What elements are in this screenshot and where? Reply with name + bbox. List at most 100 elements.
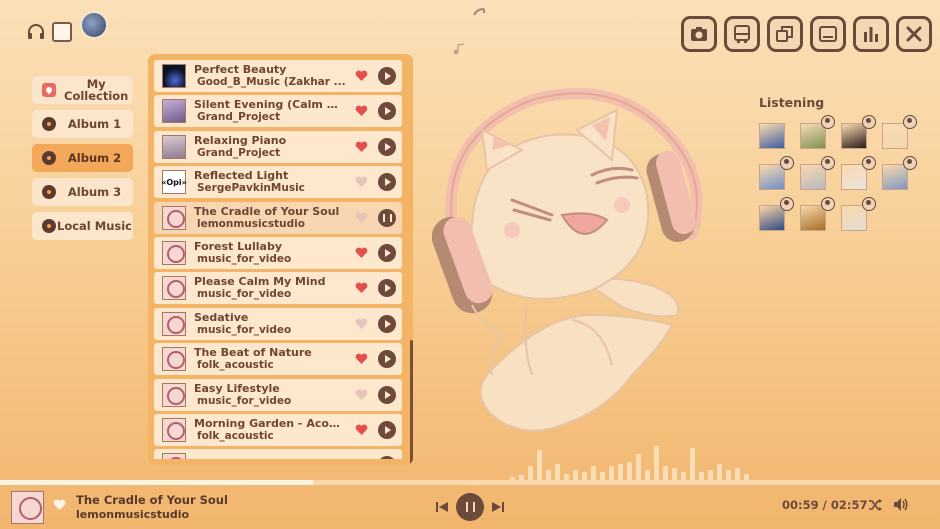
audio-visualizer <box>510 440 749 480</box>
like-heart-icon[interactable] <box>355 176 368 188</box>
like-heart-icon[interactable] <box>355 141 368 153</box>
visualizer-bar <box>726 470 731 480</box>
like-heart-icon[interactable] <box>355 70 368 82</box>
now-playing-title: The Cradle of Your Soul <box>76 493 228 507</box>
nav-item[interactable]: Album 1 <box>32 110 133 138</box>
user-avatar[interactable] <box>80 11 108 39</box>
track-row[interactable]: The Beat of Nature folk_acoustic <box>154 343 402 376</box>
listener-avatar[interactable] <box>882 156 917 190</box>
play-icon[interactable] <box>378 314 396 333</box>
track-info: Perfect Beauty Good_B_Music (Zakhar ... <box>194 63 355 89</box>
track-row[interactable]: Perfect Beauty Good_B_Music (Zakhar ... <box>154 60 402 92</box>
listening-title: Listening <box>759 95 825 110</box>
track-title: Easy Lifestyle <box>194 381 280 395</box>
play-icon[interactable] <box>378 279 396 298</box>
play-icon[interactable] <box>378 173 396 192</box>
like-heart-icon[interactable] <box>355 212 368 224</box>
user-badge-icon <box>862 197 876 211</box>
track-row[interactable]: A call to the soul <box>154 449 402 459</box>
track-list-scrollbar[interactable] <box>410 340 413 465</box>
listener-avatar[interactable] <box>759 156 794 190</box>
user-badge-icon <box>862 156 876 170</box>
track-info: Silent Evening (Calm Pian...Grand_Projec… <box>194 98 355 124</box>
track-row[interactable]: Forest Lullaby music_for_video <box>154 236 402 269</box>
minimize-button[interactable] <box>810 16 846 52</box>
close-button[interactable] <box>896 16 932 52</box>
track-cover <box>162 453 186 459</box>
listener-avatar[interactable] <box>759 197 794 231</box>
listener-avatar[interactable] <box>800 115 835 149</box>
mini-mode-checkbox[interactable] <box>52 22 72 42</box>
play-icon[interactable] <box>378 67 396 85</box>
track-list-panel: Perfect Beauty Good_B_Music (Zakhar ... Si… <box>148 54 413 465</box>
listener-avatar[interactable] <box>841 156 876 190</box>
track-row[interactable]: The Cradle of Your Soul lemonmusicstudio <box>154 201 402 234</box>
nav-item[interactable]: Local Music <box>32 212 133 240</box>
record-icon <box>42 219 56 233</box>
track-info: The Cradle of Your Soul lemonmusicstudio <box>194 205 355 231</box>
track-artist: music_for_video <box>197 323 292 336</box>
listener-avatar[interactable] <box>800 156 835 190</box>
record-icon <box>42 117 56 131</box>
listener-avatar[interactable] <box>841 197 876 231</box>
play-icon[interactable] <box>378 385 396 404</box>
track-list[interactable]: Perfect Beauty Good_B_Music (Zakhar ... Si… <box>154 60 407 459</box>
track-title: Forest Lullaby <box>194 239 282 253</box>
like-heart-icon[interactable] <box>355 247 368 259</box>
equalizer-button[interactable] <box>853 16 889 52</box>
like-heart-icon[interactable] <box>355 353 368 365</box>
headphones-icon[interactable] <box>26 23 46 41</box>
track-cover <box>162 205 186 230</box>
play-icon[interactable] <box>378 350 396 369</box>
track-row[interactable]: «Opi» Reflected Light SergePavkinMusic <box>154 166 402 199</box>
play-icon[interactable] <box>378 102 396 121</box>
listener-avatar-grid <box>759 115 917 231</box>
track-row[interactable]: Silent Evening (Calm Pian...Grand_Projec… <box>154 95 402 128</box>
previous-track-icon[interactable] <box>436 501 448 513</box>
bus-button[interactable] <box>724 16 760 52</box>
listener-avatar[interactable] <box>841 115 876 149</box>
camera-button[interactable] <box>681 16 717 52</box>
pause-button[interactable] <box>456 493 484 521</box>
equalizer-icon <box>864 27 878 42</box>
track-row[interactable]: Please Calm My Mind music_for_video <box>154 272 402 305</box>
track-cover <box>162 417 186 442</box>
play-icon[interactable] <box>378 456 396 459</box>
like-heart-icon[interactable] <box>53 499 66 511</box>
time-separator: / <box>822 498 827 512</box>
nav-item[interactable]: Album 3 <box>32 178 133 206</box>
like-heart-icon[interactable] <box>355 424 368 436</box>
play-icon[interactable] <box>378 137 396 156</box>
nav-item[interactable]: My Collection <box>32 76 133 104</box>
nav-item-label: My Collection <box>64 77 129 103</box>
track-info: Easy Lifestyle music_for_video <box>194 382 355 408</box>
pause-icon[interactable] <box>378 208 396 227</box>
volume-icon[interactable] <box>893 497 909 512</box>
track-row[interactable]: Easy Lifestyle music_for_video <box>154 378 402 411</box>
track-row[interactable]: Morning Garden - Acoust...folk_acoustic <box>154 413 402 446</box>
visualizer-bar <box>600 472 605 480</box>
nav-item[interactable]: Album 2 <box>32 144 133 172</box>
listening-panel: Listening <box>759 95 917 231</box>
track-row[interactable]: Sedative music_for_video <box>154 307 402 340</box>
play-icon[interactable] <box>378 420 396 439</box>
user-badge-icon <box>821 156 835 170</box>
shuffle-icon[interactable] <box>868 498 883 512</box>
music-note-icon <box>473 8 485 16</box>
like-heart-icon[interactable] <box>355 389 368 401</box>
like-heart-icon[interactable] <box>355 105 368 117</box>
listener-avatar[interactable] <box>800 197 835 231</box>
next-track-icon[interactable] <box>492 501 504 513</box>
user-badge-icon <box>821 115 835 129</box>
listener-avatar[interactable] <box>882 115 917 149</box>
windows-button[interactable] <box>767 16 803 52</box>
listener-avatar[interactable] <box>759 123 785 149</box>
like-heart-icon[interactable] <box>355 282 368 294</box>
track-row[interactable]: Relaxing Piano Grand_Project <box>154 130 402 163</box>
visualizer-bar <box>708 470 713 480</box>
play-icon[interactable] <box>378 243 396 262</box>
album-nav: My Collection Album 1 Album 2 Album 3 Local … <box>32 76 133 240</box>
like-heart-icon[interactable] <box>355 318 368 330</box>
visualizer-bar <box>645 470 650 480</box>
track-cover <box>162 64 186 88</box>
